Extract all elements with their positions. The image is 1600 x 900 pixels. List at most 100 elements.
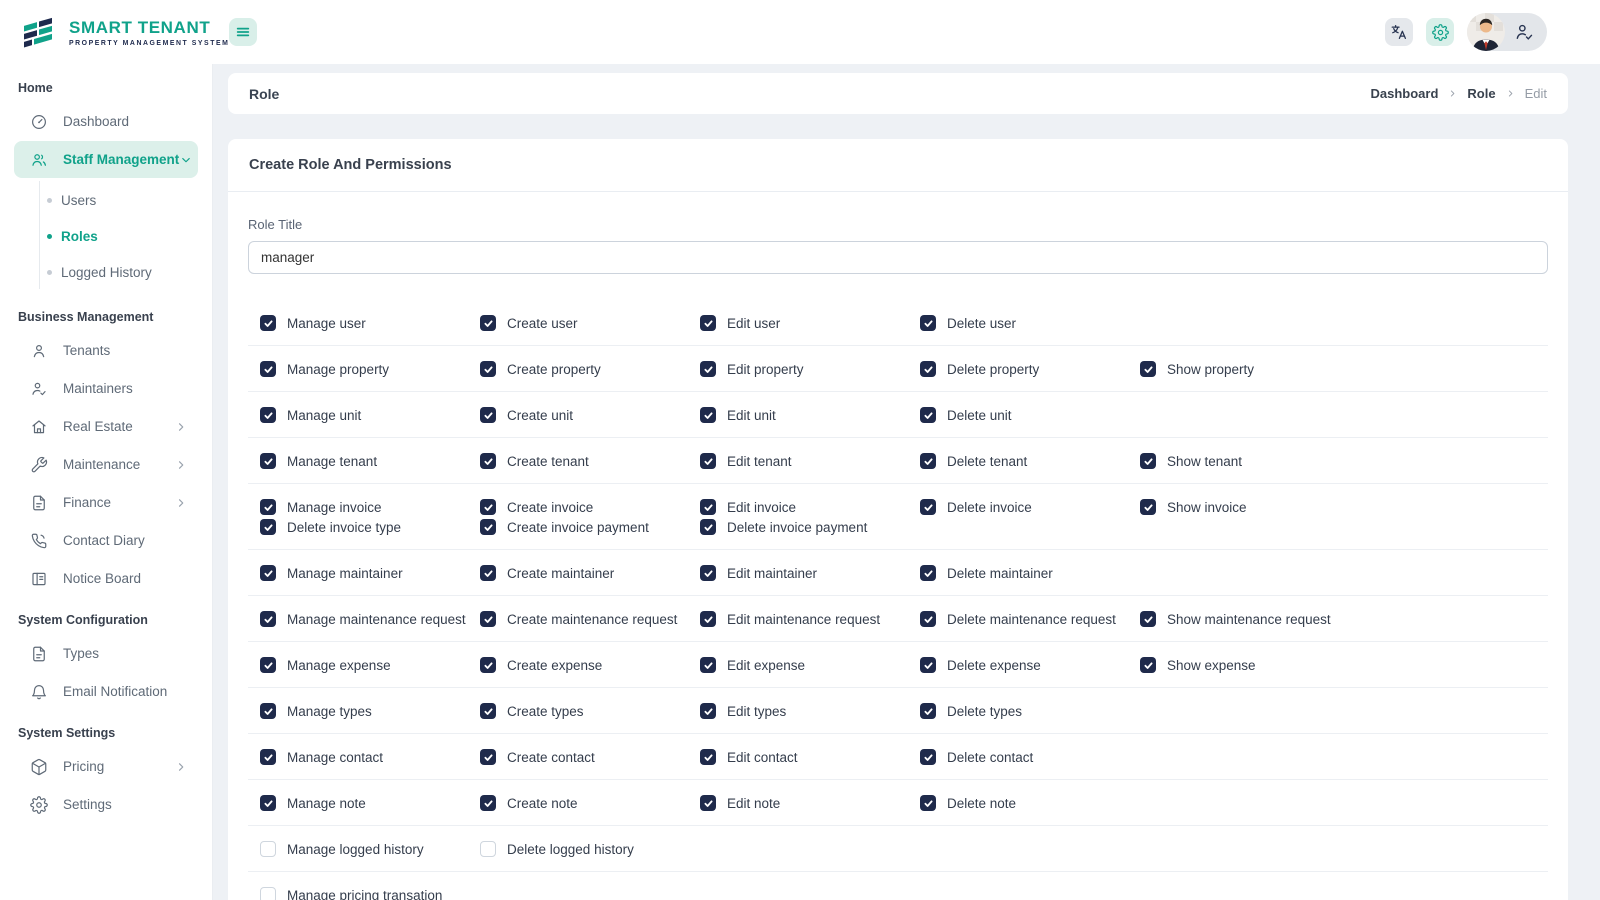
permission-delete-property: Delete property — [920, 361, 1140, 377]
checkbox-delete-logged-history[interactable] — [480, 841, 496, 857]
sidebar-item-settings[interactable]: Settings — [14, 786, 198, 823]
checkbox-create-note[interactable] — [480, 795, 496, 811]
sidebar-item-tenants[interactable]: Tenants — [14, 332, 198, 369]
checkbox-edit-maintenance-request[interactable] — [700, 611, 716, 627]
checkbox-create-expense[interactable] — [480, 657, 496, 673]
checkbox-delete-contact[interactable] — [920, 749, 936, 765]
checkbox-delete-note[interactable] — [920, 795, 936, 811]
checkbox-create-tenant[interactable] — [480, 453, 496, 469]
checkbox-delete-invoice-payment[interactable] — [700, 519, 716, 535]
sidebar-item-contact-diary[interactable]: Contact Diary — [14, 522, 198, 559]
sidebar-item-notice-board[interactable]: Notice Board — [14, 560, 198, 597]
checkbox-manage-logged-history[interactable] — [260, 841, 276, 857]
checkbox-create-maintainer[interactable] — [480, 565, 496, 581]
staff-icon — [30, 151, 48, 169]
sidebar-item-maintenance[interactable]: Maintenance — [14, 446, 198, 483]
permission-label: Delete invoice type — [287, 519, 402, 535]
sidebar-item-maintainers[interactable]: Maintainers — [14, 370, 198, 407]
checkbox-delete-expense[interactable] — [920, 657, 936, 673]
sidebar-item-email-notification[interactable]: Email Notification — [14, 673, 198, 710]
checkbox-delete-invoice-type[interactable] — [260, 519, 276, 535]
checkbox-edit-unit[interactable] — [700, 407, 716, 423]
checkbox-delete-tenant[interactable] — [920, 453, 936, 469]
checkbox-edit-property[interactable] — [700, 361, 716, 377]
permission-row: Manage expense Create expense Edit expense… — [248, 642, 1548, 688]
checkbox-create-property[interactable] — [480, 361, 496, 377]
sidebar-item-real-estate[interactable]: Real Estate — [14, 408, 198, 445]
checkbox-delete-maintenance-request[interactable] — [920, 611, 936, 627]
checkbox-edit-tenant[interactable] — [700, 453, 716, 469]
sidebar-item-staff-management[interactable]: Staff Management — [14, 141, 198, 178]
checkbox-create-contact[interactable] — [480, 749, 496, 765]
checkbox-manage-pricing-transation[interactable] — [260, 887, 276, 900]
permission-label: Edit property — [727, 361, 804, 377]
checkbox-delete-types[interactable] — [920, 703, 936, 719]
permission-label: Create expense — [507, 657, 603, 673]
checkbox-show-property[interactable] — [1140, 361, 1156, 377]
checkbox-edit-types[interactable] — [700, 703, 716, 719]
breadcrumb-item-dashboard[interactable]: Dashboard — [1371, 86, 1439, 101]
checkbox-manage-note[interactable] — [260, 795, 276, 811]
sidebar-item-types[interactable]: Types — [14, 635, 198, 672]
sidebar-item-dashboard[interactable]: Dashboard — [14, 103, 198, 140]
checkbox-create-maintenance-request[interactable] — [480, 611, 496, 627]
checkbox-delete-unit[interactable] — [920, 407, 936, 423]
sidebar-subitem-logged-history[interactable]: Logged History — [0, 254, 212, 290]
checkbox-create-user[interactable] — [480, 315, 496, 331]
account-menu[interactable] — [1467, 13, 1547, 51]
checkbox-create-invoice[interactable] — [480, 499, 496, 515]
checkbox-manage-unit[interactable] — [260, 407, 276, 423]
checkbox-manage-property[interactable] — [260, 361, 276, 377]
breadcrumb: Dashboard Role Edit — [1371, 86, 1547, 101]
breadcrumb-item-role[interactable]: Role — [1467, 86, 1495, 101]
role-title-input[interactable] — [248, 241, 1548, 274]
checkbox-delete-property[interactable] — [920, 361, 936, 377]
permission-row: Manage types Create types Edit types Delete… — [248, 688, 1548, 734]
permission-row: Manage pricing transation — [248, 872, 1548, 900]
permission-label: Show invoice — [1167, 499, 1247, 515]
bullet-icon — [47, 233, 52, 239]
permission-edit-tenant: Edit tenant — [700, 453, 920, 469]
checkbox-delete-maintainer[interactable] — [920, 565, 936, 581]
checkbox-create-invoice-payment[interactable] — [480, 519, 496, 535]
checkbox-create-types[interactable] — [480, 703, 496, 719]
permission-manage-property: Manage property — [260, 361, 480, 377]
settings-button[interactable] — [1426, 18, 1454, 46]
sidebar-subitem-users[interactable]: Users — [0, 182, 212, 218]
checkbox-delete-user[interactable] — [920, 315, 936, 331]
checkbox-show-maintenance-request[interactable] — [1140, 611, 1156, 627]
checkbox-show-invoice[interactable] — [1140, 499, 1156, 515]
checkbox-edit-note[interactable] — [700, 795, 716, 811]
checkbox-manage-contact[interactable] — [260, 749, 276, 765]
checkbox-manage-invoice[interactable] — [260, 499, 276, 515]
sidebar-subitem-roles[interactable]: Roles — [0, 218, 212, 254]
hamburger-icon — [235, 24, 251, 40]
checkbox-show-expense[interactable] — [1140, 657, 1156, 673]
sidebar-item-finance[interactable]: Finance — [14, 484, 198, 521]
permission-delete-maintainer: Delete maintainer — [920, 565, 1140, 581]
checkbox-edit-expense[interactable] — [700, 657, 716, 673]
checkbox-edit-invoice[interactable] — [700, 499, 716, 515]
finance-icon — [30, 494, 48, 512]
checkbox-manage-expense[interactable] — [260, 657, 276, 673]
checkbox-manage-user[interactable] — [260, 315, 276, 331]
sidebar-toggle-button[interactable] — [229, 18, 257, 46]
permission-label: Create maintainer — [507, 565, 615, 581]
sidebar-item-pricing[interactable]: Pricing — [14, 748, 198, 785]
sidebar-nav: Home Dashboard Staff Management Users Roles L… — [0, 66, 212, 823]
checkbox-edit-user[interactable] — [700, 315, 716, 331]
checkbox-manage-tenant[interactable] — [260, 453, 276, 469]
brand-logo[interactable]: SMART TENANT PROPERTY MANAGEMENT SYSTEM — [0, 12, 228, 52]
checkbox-show-tenant[interactable] — [1140, 453, 1156, 469]
checkbox-manage-maintenance-request[interactable] — [260, 611, 276, 627]
checkbox-manage-types[interactable] — [260, 703, 276, 719]
checkbox-delete-invoice[interactable] — [920, 499, 936, 515]
checkbox-manage-maintainer[interactable] — [260, 565, 276, 581]
permission-label: Delete maintenance request — [947, 611, 1116, 627]
checkbox-edit-contact[interactable] — [700, 749, 716, 765]
checkbox-edit-maintainer[interactable] — [700, 565, 716, 581]
checkbox-create-unit[interactable] — [480, 407, 496, 423]
permission-manage-expense: Manage expense — [260, 657, 480, 673]
language-button[interactable] — [1385, 18, 1413, 46]
sidebar-item-label: Contact Diary — [63, 533, 145, 548]
